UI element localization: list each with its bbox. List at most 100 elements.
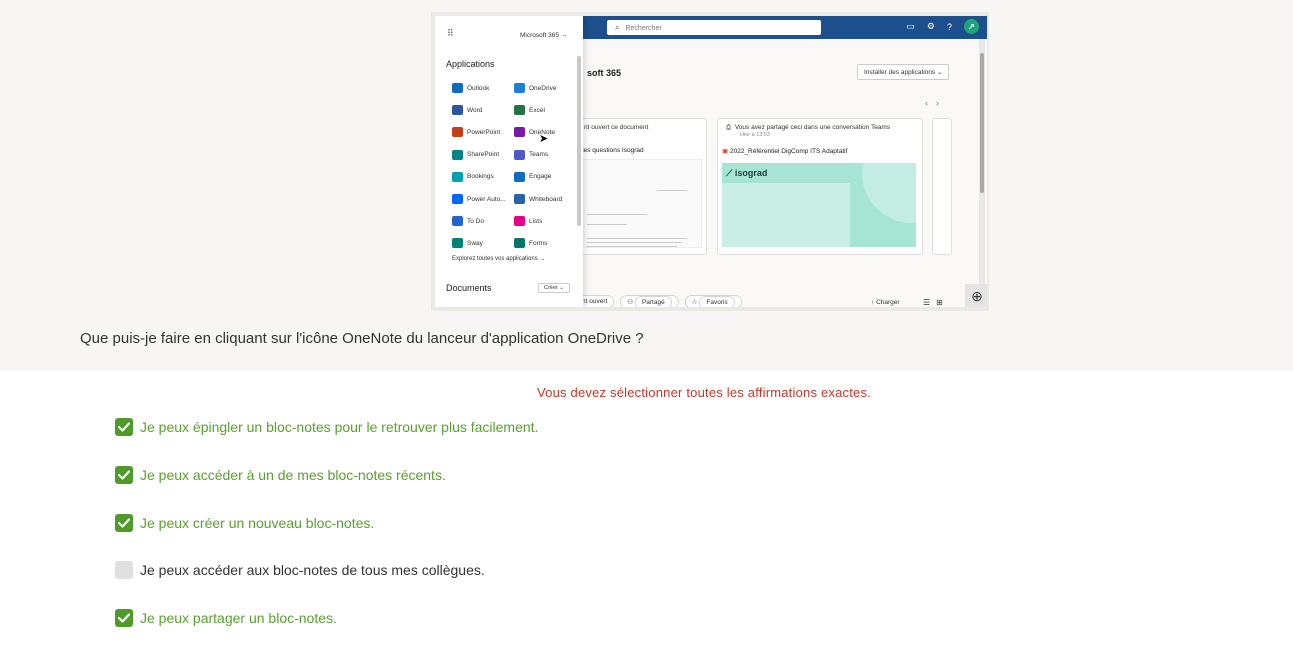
- tab-shared: ⚇ Partagé: [620, 295, 679, 307]
- launcher-app-excel: Excel: [514, 104, 545, 116]
- checkbox-checked[interactable]: [115, 514, 133, 532]
- help-icon: ?: [946, 21, 952, 32]
- page-scrollbar: [979, 39, 985, 307]
- isograd-logo: ⟋ isograd: [726, 168, 768, 178]
- answer-option-label: Je peux partager un bloc-notes.: [140, 610, 337, 626]
- answer-option[interactable]: Je peux créer un nouveau bloc-notes.: [115, 514, 374, 532]
- launcher-app-powerpoint: PowerPoint: [452, 126, 500, 138]
- app-label: Power Auto...: [467, 195, 506, 203]
- app-icon: [514, 127, 525, 138]
- share-icon: ⎙: [726, 124, 732, 131]
- checkmark-icon: [118, 518, 130, 528]
- app-icon: [514, 216, 525, 227]
- app-icon: [514, 171, 525, 182]
- tab-favorites: ☆ Favoris: [684, 295, 742, 307]
- checkbox-checked[interactable]: [115, 466, 133, 484]
- app-icon: [452, 83, 463, 93]
- top-bar-icons: ▭ ⚙ ? ↗: [906, 19, 979, 34]
- app-label: PowerPoint: [467, 128, 501, 136]
- search-placeholder: Rechercher: [625, 25, 662, 32]
- launcher-app-to-do: To Do: [452, 215, 484, 227]
- isograd-thumbnail: ⟋ isograd: [722, 163, 916, 247]
- answer-option[interactable]: Je peux partager un bloc-notes.: [115, 609, 337, 627]
- zoom-in-icon[interactable]: ⊕: [965, 284, 987, 307]
- launcher-app-engage: Engage: [514, 171, 551, 183]
- app-label: Bookings: [467, 173, 494, 181]
- checkbox-checked[interactable]: [115, 609, 133, 627]
- avatar: ↗: [964, 19, 979, 34]
- app-label: Outlook: [467, 84, 490, 92]
- checkmark-icon: [118, 470, 130, 480]
- launcher-app-onenote: OneNote: [514, 126, 555, 138]
- app-icon: [514, 238, 525, 249]
- app-label: Whiteboard: [529, 195, 563, 203]
- app-label: Word: [467, 106, 483, 114]
- search-box: ⌕ Rechercher: [607, 20, 821, 35]
- question-screenshot: ⌕ Rechercher ▭ ⚙ ? ↗ soft 365 Installer d…: [431, 12, 989, 311]
- launcher-app-lists: Lists: [514, 215, 542, 227]
- answer-option[interactable]: Je peux accéder aux bloc-notes de tous m…: [115, 561, 485, 579]
- launcher-app-onedrive: OneDrive: [514, 82, 556, 94]
- recent-doc-card: nt ouvert ce document des questions Isog…: [575, 118, 707, 255]
- app-label: Teams: [529, 151, 549, 159]
- app-icon: [514, 105, 525, 116]
- app-icon: [452, 105, 463, 116]
- mouse-cursor-icon: ➤: [539, 133, 549, 145]
- powerpoint-file-icon: ▣: [722, 148, 729, 155]
- m365-link: Microsoft 365 →: [520, 32, 568, 39]
- app-icon: [452, 194, 463, 204]
- question-text: Que puis-je faire en cliquant sur l'icôn…: [80, 330, 644, 347]
- answer-option[interactable]: Je peux accéder à un de mes bloc-notes r…: [115, 466, 446, 484]
- app-label: Excel: [529, 106, 545, 114]
- app-label: Sway: [467, 239, 483, 247]
- bottom-tabs: nt ouvert ⚇ Partagé ☆ Favoris: [575, 295, 742, 307]
- next-card-partial: [932, 118, 952, 255]
- launcher-scrollbar: [577, 56, 581, 226]
- checkbox-unchecked[interactable]: [115, 561, 133, 579]
- app-label: Engage: [529, 173, 552, 181]
- launcher-app-bookings: Bookings: [452, 171, 494, 183]
- app-icon: [514, 194, 525, 204]
- cast-icon: ▭: [906, 21, 915, 31]
- apps-heading: Applications: [446, 59, 495, 69]
- answer-option[interactable]: Je peux épingler un bloc-notes pour le r…: [115, 418, 538, 436]
- carousel-nav-icons: ‹›: [925, 98, 947, 108]
- doc-thumbnail: [580, 159, 702, 248]
- app-label: SharePoint: [467, 151, 500, 159]
- create-button: Créer ⌄: [538, 283, 570, 293]
- launcher-app-sharepoint: SharePoint: [452, 149, 499, 161]
- card-heading: ⎙ Vous avez partagé ceci dans une conver…: [726, 124, 891, 131]
- launcher-app-teams: Teams: [514, 149, 548, 161]
- checkbox-checked[interactable]: [115, 418, 133, 436]
- app-icon: [452, 127, 463, 138]
- explore-apps-link: Explorez toutes vos applications →: [452, 256, 546, 262]
- app-label: Lists: [529, 217, 543, 225]
- answer-option-label: Je peux accéder aux bloc-notes de tous m…: [140, 562, 485, 578]
- app-icon: [514, 149, 525, 160]
- app-label: To Do: [467, 217, 484, 225]
- launcher-app-power-auto: Power Auto...: [452, 193, 506, 205]
- view-toggle-icons: ☰⊞: [923, 298, 949, 307]
- launcher-app-outlook: Outlook: [452, 82, 489, 94]
- app-icon: [452, 149, 463, 160]
- app-icon: [452, 171, 463, 182]
- card-doc-title: ▣ 2022_Référentiel DigComp ITS Adaptatif: [722, 148, 848, 155]
- card-heading: nt ouvert ce document: [584, 124, 649, 131]
- documents-heading: Documents: [446, 283, 492, 293]
- search-icon: ⌕: [615, 23, 620, 32]
- upload-button: ↑ Charger: [871, 299, 900, 306]
- app-icon: [452, 238, 463, 249]
- launcher-app-forms: Forms: [514, 237, 547, 249]
- app-label: Forms: [529, 239, 548, 247]
- app-label: OneDrive: [529, 84, 557, 92]
- install-apps-button: Installer des applications ⌄: [857, 64, 950, 80]
- app-launcher-panel: ⠿ Microsoft 365 → Applications Outlook On…: [435, 16, 583, 307]
- shared-doc-card: ⎙ Vous avez partagé ceci dans une conver…: [717, 118, 923, 255]
- instruction-text: Vous devez sélectionner toutes les affir…: [537, 385, 871, 400]
- launcher-app-whiteboard: Whiteboard: [514, 193, 562, 205]
- answer-option-label: Je peux épingler un bloc-notes pour le r…: [140, 419, 539, 435]
- app-icon: [514, 83, 525, 93]
- page-title: soft 365: [587, 68, 622, 78]
- checkmark-icon: [118, 422, 130, 432]
- launcher-app-word: Word: [452, 104, 482, 116]
